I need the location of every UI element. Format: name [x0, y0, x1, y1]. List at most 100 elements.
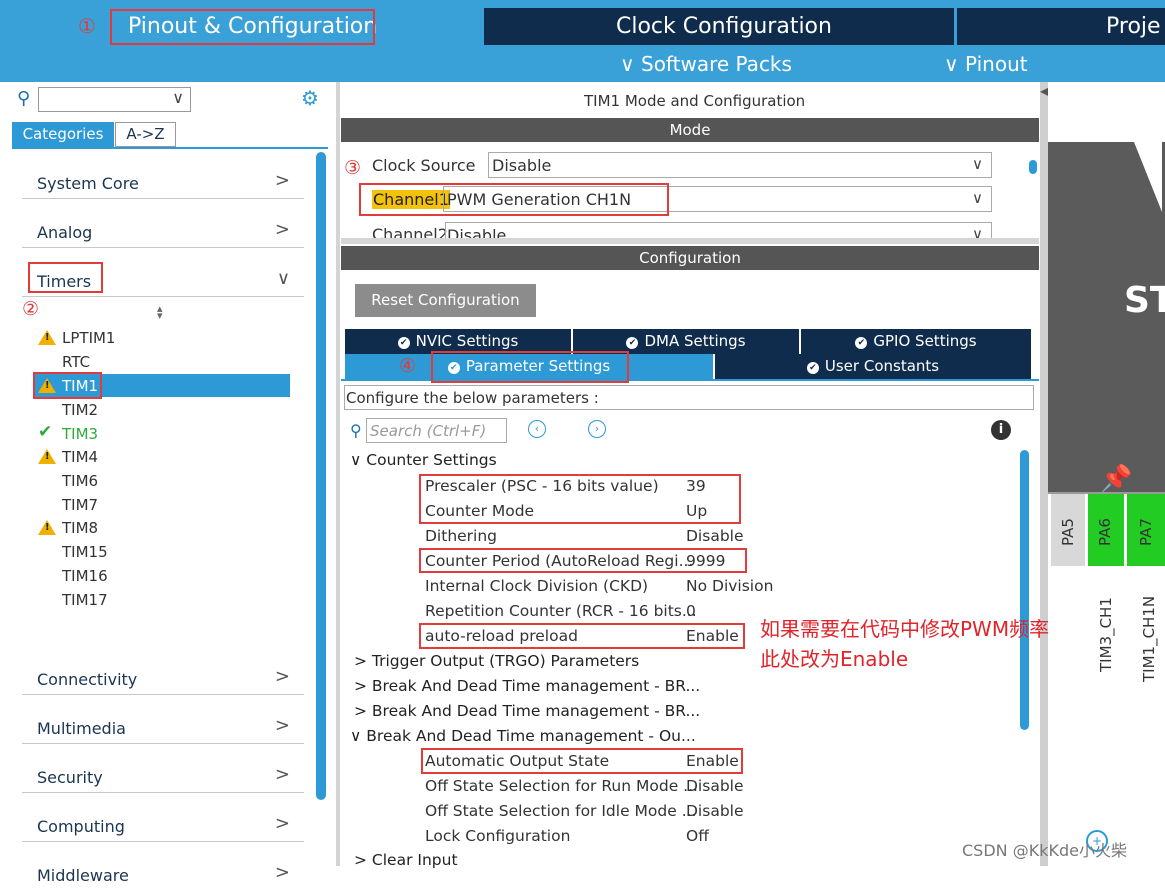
- category-analog[interactable]: Analog >: [22, 211, 304, 248]
- timer-item-rtc[interactable]: RTC: [62, 353, 90, 371]
- value-repetition-counter[interactable]: 0: [686, 602, 696, 620]
- chevron-down-icon: ∨: [944, 52, 965, 76]
- chevron-right-icon: >: [354, 702, 372, 720]
- chip-label: ST: [1124, 280, 1165, 321]
- splitter-right[interactable]: [1040, 82, 1048, 866]
- pin-pa5[interactable]: PA5: [1051, 494, 1085, 566]
- chevron-right-icon: >: [354, 851, 372, 869]
- pin-signal-label: TIM1_CH1N: [1140, 595, 1158, 682]
- section-label: Break And Dead Time management - Ou...: [366, 727, 696, 745]
- value-dithering[interactable]: Disable: [686, 527, 744, 545]
- warning-icon: [38, 449, 56, 464]
- tab-label: NVIC Settings: [415, 332, 519, 350]
- check-circle-icon: ✔: [855, 337, 868, 349]
- section-label: Break And Dead Time management - BR...: [371, 702, 701, 720]
- param-search-input[interactable]: Search (Ctrl+F): [366, 418, 507, 443]
- next-icon[interactable]: ›: [588, 420, 606, 438]
- timer-item-lptim1[interactable]: LPTIM1: [62, 329, 115, 347]
- category-multimedia[interactable]: Multimedia >: [22, 707, 304, 744]
- highlight-counter-period: [419, 548, 747, 573]
- category-computing[interactable]: Computing >: [22, 805, 304, 842]
- clock-source-select[interactable]: Disable ∨: [488, 152, 992, 178]
- warning-icon: [38, 520, 56, 535]
- section-counter-settings[interactable]: ∨ Counter Settings: [350, 451, 497, 469]
- chevron-right-icon: >: [274, 764, 290, 785]
- timer-item-tim17[interactable]: TIM17: [62, 591, 108, 609]
- timer-item-tim7[interactable]: TIM7: [62, 496, 98, 514]
- timer-item-tim4[interactable]: TIM4: [62, 448, 98, 466]
- category-label: Connectivity: [37, 670, 138, 689]
- value-off-state-run[interactable]: Disable: [686, 777, 744, 795]
- mode-config-splitter[interactable]: [341, 238, 1039, 244]
- mode-scrollbar[interactable]: [1029, 160, 1037, 174]
- section-break2[interactable]: > Break And Dead Time management - BR...: [354, 702, 700, 720]
- mode-header: Mode: [341, 118, 1039, 142]
- chevron-down-icon: ∨: [276, 268, 290, 289]
- channel2-select[interactable]: Disable ∨: [445, 222, 992, 238]
- category-system-core[interactable]: System Core >: [22, 162, 304, 199]
- tab-project[interactable]: Proje: [1106, 14, 1161, 39]
- tab-a-to-z[interactable]: A->Z: [115, 122, 176, 147]
- param-repetition-counter[interactable]: Repetition Counter (RCR - 16 bits...: [425, 602, 697, 620]
- mode-panel-title: TIM1 Mode and Configuration: [584, 92, 806, 110]
- splitter-left[interactable]: [336, 82, 340, 866]
- tab-categories[interactable]: Categories: [12, 122, 114, 147]
- params-scrollbar[interactable]: [1020, 450, 1029, 730]
- check-circle-icon: ✔: [397, 337, 410, 349]
- section-trgo[interactable]: > Trigger Output (TRGO) Parameters: [354, 652, 639, 670]
- highlight-prescaler-mode: [419, 474, 741, 524]
- param-dithering[interactable]: Dithering: [425, 527, 497, 545]
- software-packs-menu[interactable]: ∨ Software Packs: [620, 52, 792, 76]
- timer-item-tim16[interactable]: TIM16: [62, 567, 108, 585]
- timer-item-tim15[interactable]: TIM15: [62, 543, 108, 561]
- category-label: System Core: [37, 174, 139, 193]
- param-clock-division[interactable]: Internal Clock Division (CKD): [425, 577, 648, 595]
- pin-pa7[interactable]: PA7: [1127, 494, 1165, 566]
- info-icon[interactable]: i: [991, 420, 1011, 440]
- pin-icon[interactable]: 📌: [1100, 464, 1132, 494]
- value-clock-division[interactable]: No Division: [686, 577, 773, 595]
- timer-item-tim8[interactable]: TIM8: [62, 519, 98, 537]
- chevron-right-icon: >: [274, 715, 290, 736]
- category-security[interactable]: Security >: [22, 756, 304, 793]
- search-combobox[interactable]: ∨: [38, 87, 191, 112]
- chip-view: ST 📌 PA5 PA6 PA7 TIM3_CH1 TIM1_CH1N: [1048, 82, 1165, 866]
- highlight-auto-reload: [419, 623, 745, 649]
- tab-label: User Constants: [824, 357, 940, 375]
- category-middleware[interactable]: Middleware >: [22, 854, 304, 890]
- chevron-down-icon: ∨: [350, 727, 367, 745]
- gear-icon[interactable]: ⚙: [301, 86, 319, 110]
- param-off-state-idle[interactable]: Off State Selection for Idle Mode ...: [425, 802, 696, 820]
- marker-3: ③: [344, 157, 362, 179]
- value-off-state-idle[interactable]: Disable: [686, 802, 744, 820]
- previous-icon[interactable]: ‹: [528, 420, 546, 438]
- marker-2: ②: [22, 298, 40, 320]
- pin-pa6[interactable]: PA6: [1088, 494, 1124, 566]
- timer-item-tim2[interactable]: TIM2: [62, 401, 98, 419]
- timer-item-tim3[interactable]: TIM3: [62, 425, 98, 443]
- section-clear-input[interactable]: > Clear Input: [354, 851, 458, 869]
- chevron-right-icon: >: [274, 862, 290, 883]
- sort-icon[interactable]: ▴ ▾: [157, 303, 163, 321]
- tab-gpio-settings[interactable]: ✔ GPIO Settings: [801, 329, 1031, 354]
- marker-1: ①: [78, 14, 96, 38]
- sidebar-scrollbar[interactable]: [316, 152, 326, 800]
- timer-item-tim6[interactable]: TIM6: [62, 472, 98, 490]
- reset-configuration-button[interactable]: Reset Configuration: [355, 284, 536, 317]
- chevron-right-icon: >: [354, 677, 372, 695]
- highlight-timers: [28, 262, 103, 293]
- chevron-right-icon: >: [274, 219, 290, 240]
- pinout-menu[interactable]: ∨ Pinout: [944, 52, 1028, 76]
- param-off-state-run[interactable]: Off State Selection for Run Mode ...: [425, 777, 698, 795]
- tab-user-constants[interactable]: ✔ User Constants: [715, 354, 1031, 379]
- value-lock-config[interactable]: Off: [686, 827, 709, 845]
- section-break1[interactable]: > Break And Dead Time management - BR...: [354, 677, 700, 695]
- clock-source-label: Clock Source: [372, 156, 476, 175]
- tab-underline: [12, 147, 328, 149]
- section-break-output[interactable]: ∨ Break And Dead Time management - Ou...: [350, 727, 696, 745]
- param-lock-config[interactable]: Lock Configuration: [425, 827, 570, 845]
- category-connectivity[interactable]: Connectivity >: [22, 658, 304, 695]
- search-icon: ⚲: [17, 88, 31, 109]
- chevron-down-icon: ∨: [972, 189, 983, 207]
- tab-clock-config[interactable]: Clock Configuration: [616, 14, 832, 39]
